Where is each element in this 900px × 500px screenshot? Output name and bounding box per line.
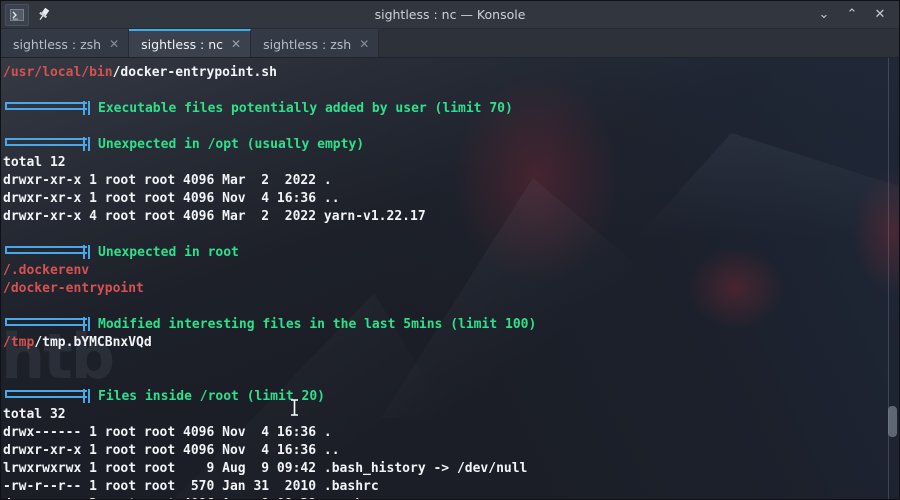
terminal-text: /tmp (3, 335, 35, 350)
tab-close-icon[interactable]: ✕ (231, 37, 241, 51)
terminal-text: drwxr-xr-x 1 root root 4096 Mar 2 2022 . (3, 173, 332, 188)
terminal-line: /.dockerenv (3, 262, 899, 280)
terminal-line: drwxr-xr-x 2 root root 4096 Aug 9 09:39 … (3, 496, 899, 499)
section-separator-icon (3, 137, 91, 151)
terminal-line: Executable files potentially added by us… (3, 100, 899, 118)
terminal-line: Files inside /root (limit 20) (3, 388, 899, 406)
tab-label: sightless : nc (141, 36, 224, 52)
tab-label: sightless : zsh (263, 36, 352, 52)
terminal-line: Unexpected in /opt (usually empty) (3, 136, 899, 154)
terminal-text: /.dockerenv (3, 263, 90, 278)
terminal-text: -rw-r--r-- 1 root root 570 Jan 31 2010 .… (3, 479, 379, 494)
scrollbar-thumb[interactable] (888, 406, 897, 437)
tab-close-icon[interactable]: ✕ (109, 37, 119, 51)
terminal-line: drwxr-xr-x 1 root root 4096 Mar 2 2022 . (3, 172, 899, 190)
text-cursor-icon (290, 399, 299, 416)
terminal-line: total 12 (3, 154, 899, 172)
close-icon[interactable]: ✕ (867, 3, 893, 27)
terminal-text: Unexpected in root (98, 245, 239, 260)
titlebar-tools (1, 3, 55, 26)
terminal-view[interactable]: htb /usr/local/bin/docker-entrypoint.sh … (1, 58, 899, 499)
terminal-text: /usr/local/bin (3, 65, 113, 80)
terminal-line: lrwxrwxrwx 1 root root 9 Aug 9 09:42 .ba… (3, 460, 899, 478)
pin-icon[interactable] (31, 4, 55, 26)
terminal-line: total 32 (3, 406, 899, 424)
section-separator-icon (3, 389, 91, 403)
terminal-line: /usr/local/bin/docker-entrypoint.sh (3, 64, 899, 82)
terminal-text: drwxr-xr-x 4 root root 4096 Mar 2 2022 y… (3, 209, 426, 224)
terminal-line: Modified interesting files in the last 5… (3, 316, 899, 334)
tab-bar: sightless : zsh ✕ sightless : nc ✕ sight… (1, 29, 899, 58)
terminal-text: /tmp.bYMCBnxVQd (34, 335, 152, 350)
terminal-line: drwxr-xr-x 4 root root 4096 Mar 2 2022 y… (3, 208, 899, 226)
terminal-prompt-icon[interactable] (5, 3, 29, 26)
section-separator-icon (3, 101, 91, 115)
terminal-line: drwx------ 1 root root 4096 Nov 4 16:36 … (3, 424, 899, 442)
title-bar: sightless : nc — Konsole ⌄ ⌃ ✕ (1, 1, 899, 29)
terminal-text: drwx------ 1 root root 4096 Nov 4 16:36 … (3, 425, 332, 440)
terminal-text: drwxr-xr-x 2 root root 4096 Aug 9 09:39 … (3, 497, 371, 499)
tab-bar-empty-area[interactable] (379, 29, 899, 57)
terminal-text: total 12 (3, 155, 66, 170)
tab-label: sightless : zsh (13, 36, 102, 52)
section-separator-icon (3, 317, 91, 331)
section-separator-icon (3, 245, 91, 259)
terminal-text: drwxr-xr-x 1 root root 4096 Nov 4 16:36 … (3, 443, 340, 458)
terminal-text: /docker-entrypoint (3, 281, 144, 296)
terminal-text: Modified interesting files in the last 5… (98, 317, 537, 332)
terminal-line: drwxr-xr-x 1 root root 4096 Nov 4 16:36 … (3, 190, 899, 208)
window-title: sightless : nc — Konsole (374, 7, 526, 22)
tab-sightless-zsh-1[interactable]: sightless : zsh ✕ (1, 29, 130, 57)
terminal-text: Executable files potentially added by us… (98, 101, 513, 116)
terminal-text: drwxr-xr-x 1 root root 4096 Nov 4 16:36 … (3, 191, 340, 206)
terminal-text: /docker-entrypoint.sh (112, 65, 277, 80)
terminal-line: Unexpected in root (3, 244, 899, 262)
terminal-line: -rw-r--r-- 1 root root 570 Jan 31 2010 .… (3, 478, 899, 496)
terminal-line: /docker-entrypoint (3, 280, 899, 298)
minimize-icon[interactable]: ⌄ (811, 3, 837, 27)
terminal-text: total 32 (3, 407, 66, 422)
terminal-text: lrwxrwxrwx 1 root root 9 Aug 9 09:42 .ba… (3, 461, 528, 476)
tab-close-icon[interactable]: ✕ (359, 37, 369, 51)
terminal-text: Unexpected in /opt (usually empty) (98, 137, 365, 152)
window-controls: ⌄ ⌃ ✕ (811, 3, 899, 27)
maximize-icon[interactable]: ⌃ (839, 3, 865, 27)
tab-sightless-zsh-2[interactable]: sightless : zsh ✕ (251, 29, 380, 57)
terminal-output: /usr/local/bin/docker-entrypoint.sh Exec… (1, 58, 899, 499)
tab-sightless-nc[interactable]: sightless : nc ✕ (129, 29, 252, 57)
konsole-window: sightless : nc — Konsole ⌄ ⌃ ✕ sightless… (0, 0, 900, 500)
terminal-line: /tmp/tmp.bYMCBnxVQd (3, 334, 899, 352)
terminal-line: drwxr-xr-x 1 root root 4096 Nov 4 16:36 … (3, 442, 899, 460)
